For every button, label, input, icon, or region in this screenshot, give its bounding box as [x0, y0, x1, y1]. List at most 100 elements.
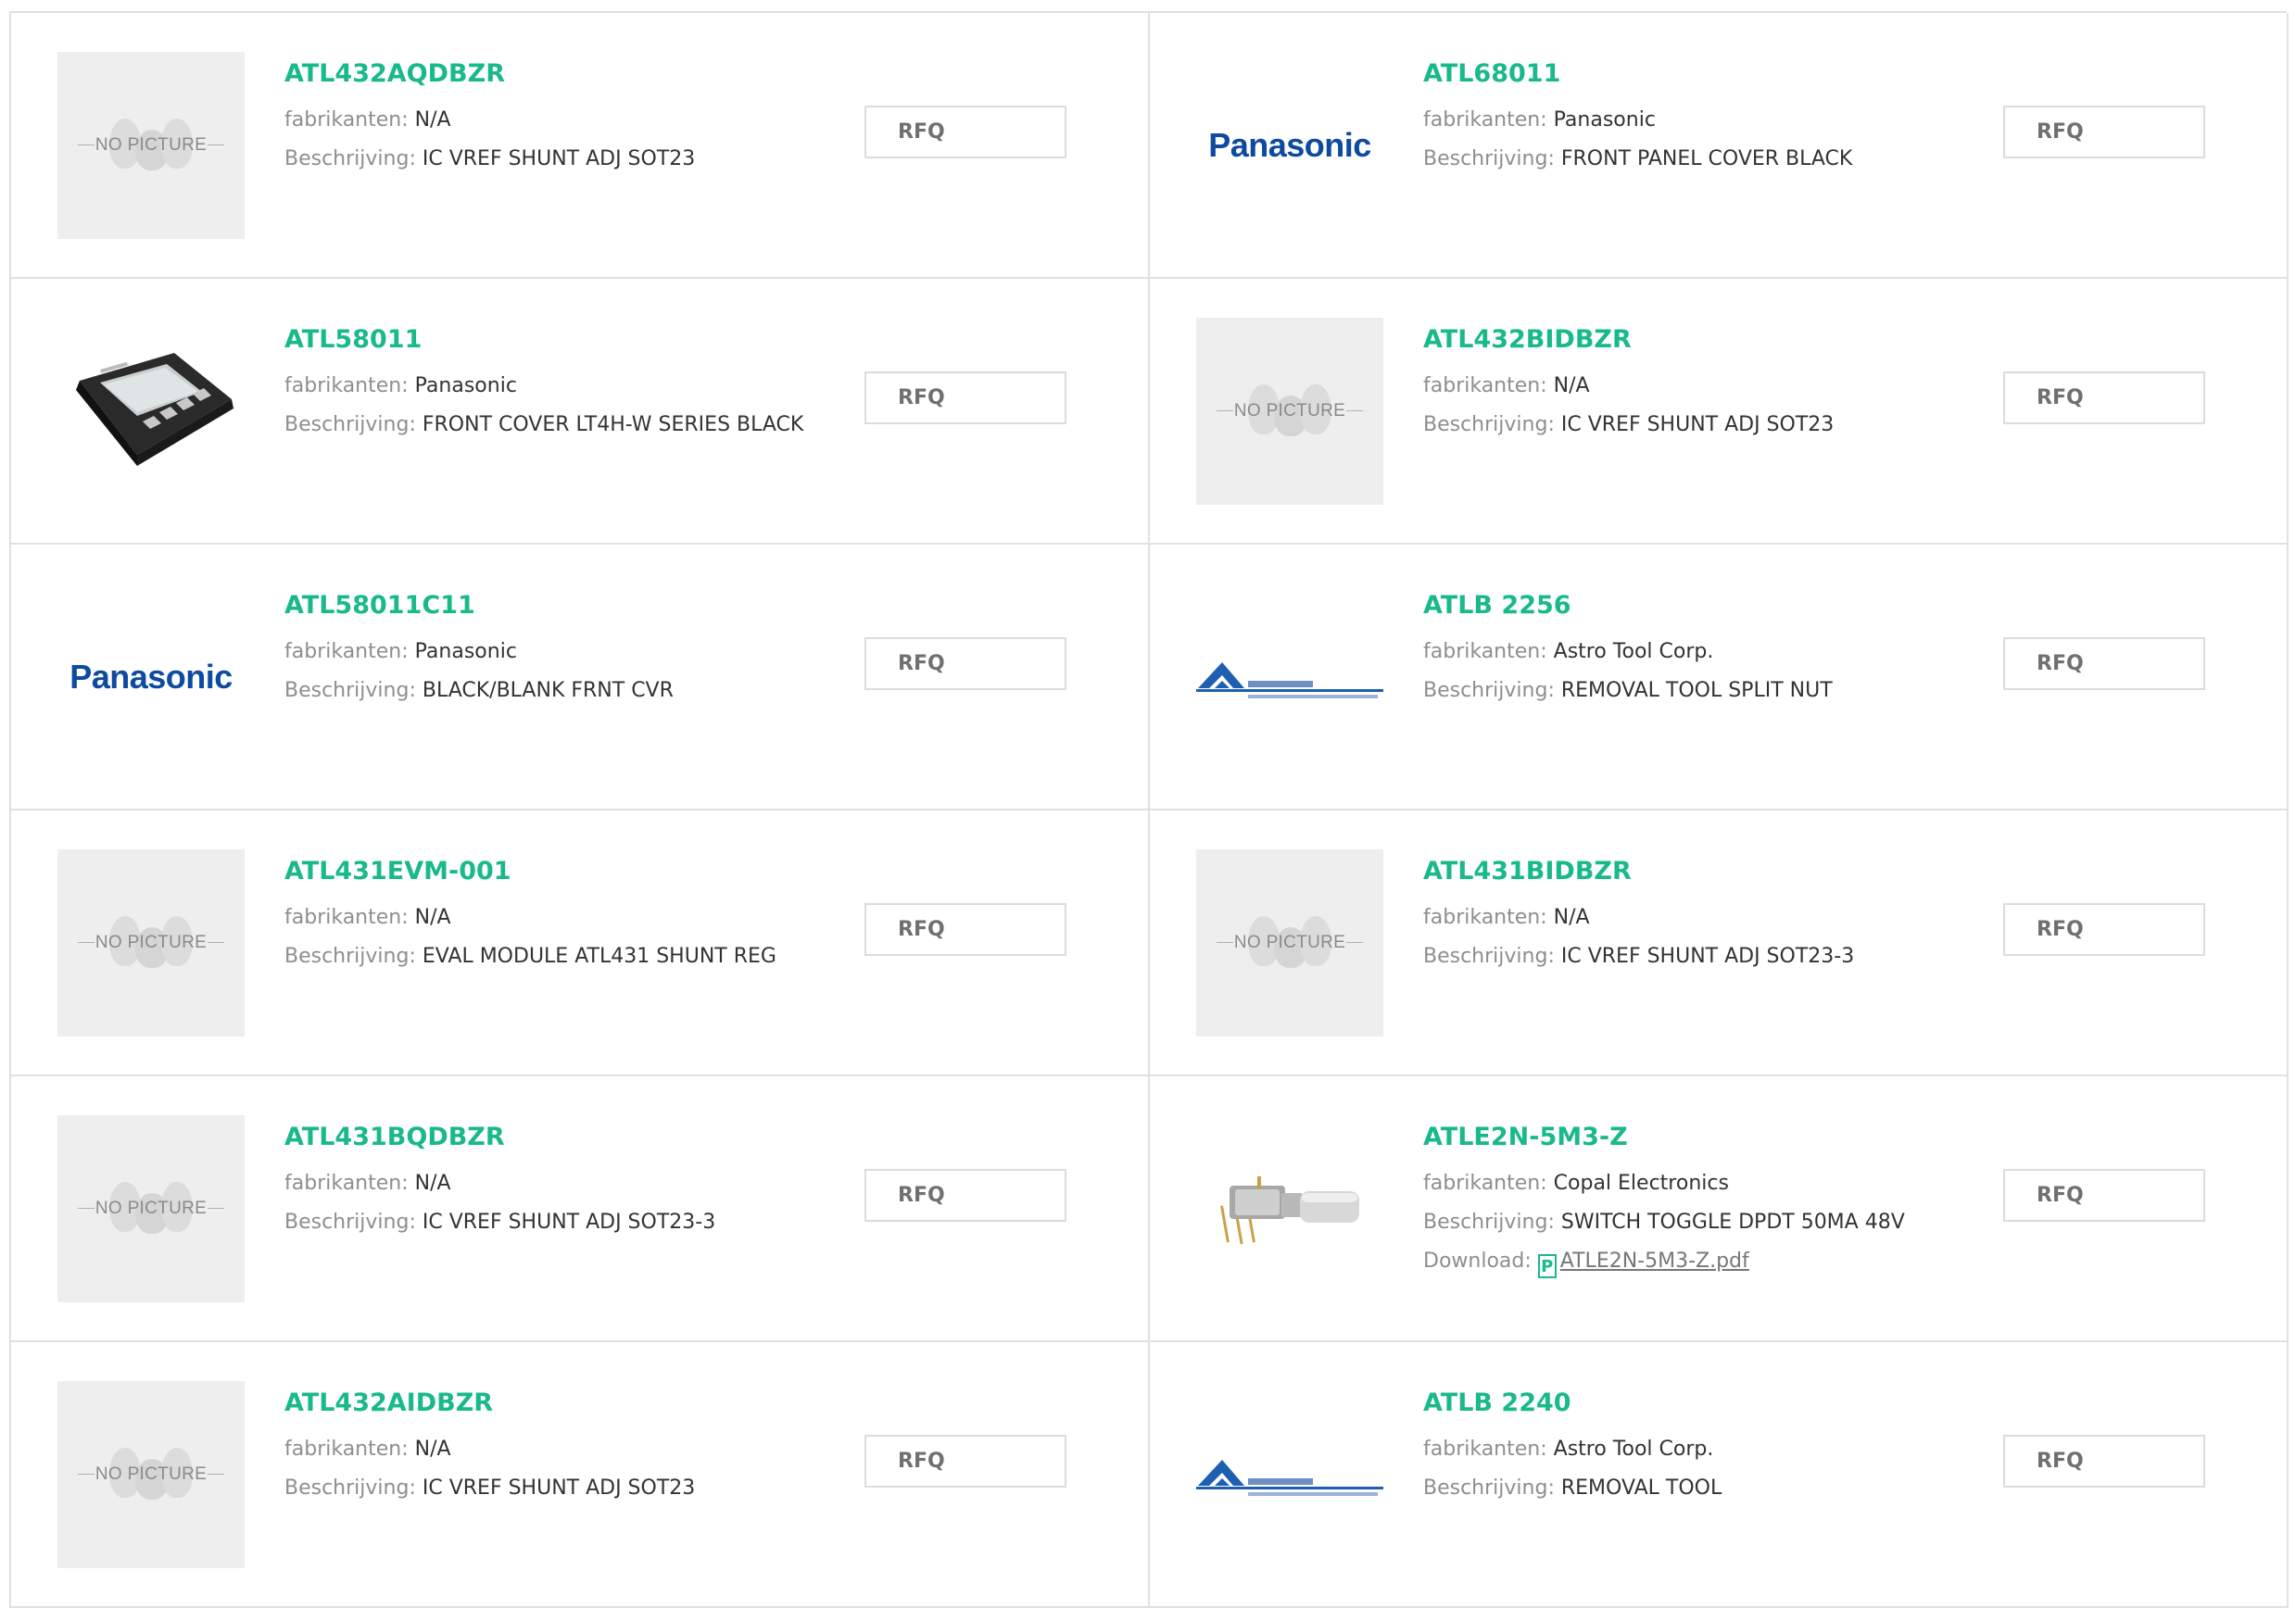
product-card: NO PICTURE ATL431BQDBZR fabrikanten: N/A… [11, 1076, 1150, 1342]
rfq-button[interactable]: RFQ [2003, 371, 2205, 424]
manufacturer-value: Panasonic [414, 374, 517, 397]
part-number-link[interactable]: ATL431EVM-001 [284, 857, 776, 886]
manufacturer-value: N/A [414, 1172, 451, 1195]
rfq-button[interactable]: RFQ [864, 1169, 1066, 1222]
description-row: Beschrijving: BLACK/BLANK FRNT CVR [284, 672, 674, 710]
product-card: NO PICTURE ATL432AIDBZR fabrikanten: N/A… [11, 1342, 1150, 1608]
description-value: SWITCH TOGGLE DPDT 50MA 48V [1560, 1211, 1905, 1234]
no-picture-placeholder: NO PICTURE [57, 1115, 245, 1302]
description-row: Beschrijving: REMOVAL TOOL [1423, 1469, 1722, 1508]
manufacturer-logo: Panasonic [1196, 52, 1383, 239]
manufacturer-row: fabrikanten: Astro Tool Corp. [1423, 1430, 1722, 1469]
description-value: REMOVAL TOOL SPLIT NUT [1560, 679, 1833, 702]
description-label: Beschrijving: [1423, 679, 1555, 702]
manufacturer-value: N/A [414, 906, 451, 929]
manufacturer-label: fabrikanten: [1423, 1172, 1547, 1195]
rfq-button[interactable]: RFQ [864, 637, 1066, 690]
description-row: Beschrijving: SWITCH TOGGLE DPDT 50MA 48… [1423, 1203, 1905, 1242]
rfq-button[interactable]: RFQ [2003, 106, 2205, 158]
manufacturer-label: fabrikanten: [284, 1172, 409, 1195]
product-card: Panasonic ATL58011C11 fabrikanten: Panas… [11, 545, 1150, 810]
description-label: Beschrijving: [1423, 945, 1555, 968]
panasonic-logo: Panasonic [1208, 126, 1371, 164]
manufacturer-logo: Panasonic [57, 584, 245, 771]
manufacturer-label: fabrikanten: [284, 640, 409, 663]
rfq-button[interactable]: RFQ [2003, 637, 2205, 690]
product-photo [1196, 1115, 1383, 1302]
part-number-link[interactable]: ATL432BIDBZR [1423, 325, 1834, 354]
rfq-button[interactable]: RFQ [864, 106, 1066, 158]
product-card: Panasonic ATL68011 fabrikanten: Panasoni… [1150, 13, 2289, 279]
product-grid: NO PICTURE ATL432AQDBZR fabrikanten: N/A… [9, 11, 2289, 1608]
description-row: Beschrijving: EVAL MODULE ATL431 SHUNT R… [284, 937, 776, 976]
no-picture-placeholder: NO PICTURE [57, 52, 245, 239]
product-card: ATL58011 fabrikanten: Panasonic Beschrij… [11, 279, 1150, 545]
manufacturer-logo [1196, 584, 1383, 771]
manufacturer-row: fabrikanten: Panasonic [284, 633, 674, 672]
description-value: IC VREF SHUNT ADJ SOT23 [1560, 413, 1835, 436]
manufacturer-logo [1196, 1381, 1383, 1568]
rfq-button[interactable]: RFQ [864, 371, 1066, 424]
manufacturer-value: N/A [414, 108, 451, 132]
product-card: ATLB 2256 fabrikanten: Astro Tool Corp. … [1150, 545, 2289, 810]
manufacturer-label: fabrikanten: [284, 374, 409, 397]
part-number-link[interactable]: ATL432AQDBZR [284, 59, 695, 88]
rfq-button[interactable]: RFQ [2003, 1169, 2205, 1222]
no-picture-placeholder: NO PICTURE [1196, 849, 1383, 1036]
manufacturer-value: Panasonic [414, 640, 517, 663]
description-value: FRONT COVER LT4H-W SERIES BLACK [422, 413, 804, 436]
description-row: Beschrijving: IC VREF SHUNT ADJ SOT23 [1423, 406, 1834, 445]
manufacturer-value: Copal Electronics [1553, 1172, 1729, 1195]
rfq-button[interactable]: RFQ [2003, 903, 2205, 956]
datasheet-download-link[interactable]: P ATLE2N-5M3-Z.pdf [1537, 1250, 1749, 1278]
description-value: IC VREF SHUNT ADJ SOT23 [422, 1476, 696, 1500]
manufacturer-row: fabrikanten: N/A [284, 101, 695, 140]
description-row: Beschrijving: IC VREF SHUNT ADJ SOT23 [284, 140, 695, 179]
product-card: NO PICTURE ATL431EVM-001 fabrikanten: N/… [11, 810, 1150, 1076]
part-number-link[interactable]: ATLE2N-5M3-Z [1423, 1123, 1905, 1151]
no-picture-placeholder: NO PICTURE [57, 1381, 245, 1568]
part-number-link[interactable]: ATL68011 [1423, 59, 1852, 88]
astro-tool-logo [1196, 662, 1383, 698]
download-row: Download: P ATLE2N-5M3-Z.pdf [1423, 1242, 1905, 1281]
description-label: Beschrijving: [1423, 1476, 1555, 1500]
manufacturer-value: N/A [414, 1438, 451, 1461]
rfq-button[interactable]: RFQ [864, 1435, 1066, 1488]
description-row: Beschrijving: REMOVAL TOOL SPLIT NUT [1423, 672, 1833, 710]
rfq-button[interactable]: RFQ [2003, 1435, 2205, 1488]
product-card: ATLB 2240 fabrikanten: Astro Tool Corp. … [1150, 1342, 2289, 1608]
description-value: EVAL MODULE ATL431 SHUNT REG [422, 945, 776, 968]
pdf-icon: P [1537, 1254, 1557, 1278]
manufacturer-row: fabrikanten: N/A [284, 1430, 695, 1469]
description-label: Beschrijving: [284, 413, 416, 436]
manufacturer-label: fabrikanten: [284, 1438, 409, 1461]
manufacturer-value: Panasonic [1553, 108, 1656, 132]
description-value: FRONT PANEL COVER BLACK [1560, 147, 1853, 170]
product-card: NO PICTURE ATL432BIDBZR fabrikanten: N/A… [1150, 279, 2289, 545]
manufacturer-label: fabrikanten: [284, 906, 409, 929]
rfq-button[interactable]: RFQ [864, 903, 1066, 956]
manufacturer-label: fabrikanten: [284, 108, 409, 132]
description-value: BLACK/BLANK FRNT CVR [422, 679, 674, 702]
part-number-link[interactable]: ATLB 2240 [1423, 1388, 1722, 1417]
manufacturer-label: fabrikanten: [1423, 640, 1547, 663]
manufacturer-value: Astro Tool Corp. [1553, 640, 1714, 663]
description-value: IC VREF SHUNT ADJ SOT23 [422, 147, 696, 170]
part-number-link[interactable]: ATL58011C11 [284, 591, 674, 620]
part-number-link[interactable]: ATL58011 [284, 325, 803, 354]
part-number-link[interactable]: ATLB 2256 [1423, 591, 1833, 620]
description-label: Beschrijving: [1423, 413, 1555, 436]
manufacturer-row: fabrikanten: Panasonic [284, 367, 803, 406]
product-card: NO PICTURE ATL431BIDBZR fabrikanten: N/A… [1150, 810, 2289, 1076]
no-picture-placeholder: NO PICTURE [57, 849, 245, 1036]
part-number-link[interactable]: ATL431BIDBZR [1423, 857, 1854, 886]
description-value: REMOVAL TOOL [1560, 1476, 1722, 1500]
manufacturer-label: fabrikanten: [1423, 1438, 1547, 1461]
part-number-link[interactable]: ATL432AIDBZR [284, 1388, 695, 1417]
manufacturer-row: fabrikanten: Astro Tool Corp. [1423, 633, 1833, 672]
description-label: Beschrijving: [1423, 147, 1555, 170]
manufacturer-row: fabrikanten: N/A [1423, 367, 1834, 406]
description-row: Beschrijving: FRONT COVER LT4H-W SERIES … [284, 406, 803, 445]
part-number-link[interactable]: ATL431BQDBZR [284, 1123, 715, 1151]
description-label: Beschrijving: [1423, 1211, 1555, 1234]
